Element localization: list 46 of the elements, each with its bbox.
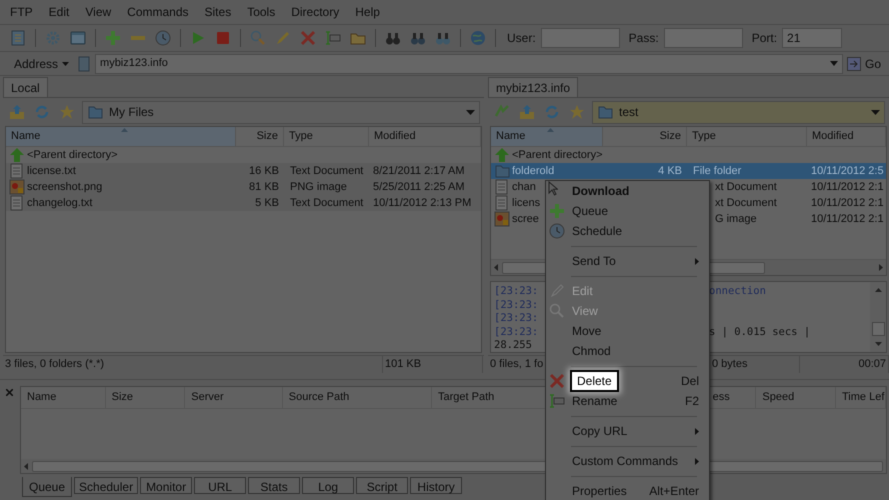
log-text: 28.255 xyxy=(494,339,532,351)
file-modified: 10/11/2012 2:1 xyxy=(811,180,884,195)
file-modified: 8/21/2011 2:17 AM xyxy=(373,164,465,179)
file-name: <Parent directory> xyxy=(27,148,118,163)
file-type: PNG image xyxy=(290,180,347,195)
file-type: File folder xyxy=(693,164,742,179)
file-name: screenshot.png xyxy=(27,180,102,195)
shortcut-text: Alt+Enter xyxy=(649,483,699,500)
file-name: chan xyxy=(512,180,536,195)
path-text: test xyxy=(619,104,640,121)
address-text: mybiz123.info xyxy=(100,56,168,72)
shortcut-text: F2 xyxy=(684,393,699,410)
log-text: [23:23: xyxy=(494,312,538,324)
file-type: G image xyxy=(715,212,757,227)
file-size: 5 KB xyxy=(255,196,279,211)
log-text: s | 0.015 secs | xyxy=(709,324,810,340)
file-name: license.txt xyxy=(27,164,76,179)
path-text: My Files xyxy=(109,104,155,121)
file-size: 4 KB xyxy=(658,164,682,179)
field-label: Pass: xyxy=(628,30,659,47)
log-text: [23:23: xyxy=(494,326,538,338)
file-name: scree xyxy=(512,212,539,227)
status-text: 3 files, 0 folders (*.*) xyxy=(3,356,383,373)
file-size: 81 KB xyxy=(249,180,279,195)
field-label: Port: xyxy=(752,30,778,47)
file-modified: 10/11/2012 2:13 PM xyxy=(373,196,472,211)
file-type: Text Document xyxy=(290,164,364,179)
file-modified: 10/11/2012 2:1 xyxy=(811,196,884,211)
file-modified: 10/11/2012 2:5 xyxy=(811,164,884,179)
file-type: xt Document xyxy=(715,196,777,211)
log-text: onnection xyxy=(709,284,766,299)
file-modified: 10/11/2012 2:1 xyxy=(811,212,884,227)
file-name: changelog.txt xyxy=(27,196,92,211)
file-name: <Parent directory> xyxy=(512,148,602,163)
file-size: 16 KB xyxy=(249,164,279,179)
file-name: licens xyxy=(512,196,540,211)
status-text: 101 KB xyxy=(383,356,483,373)
log-text: [23:23: xyxy=(494,285,538,297)
field-label: User: xyxy=(507,30,536,47)
file-type: xt Document xyxy=(715,180,777,195)
file-name: folderold xyxy=(512,164,554,179)
log-text: [23:23: xyxy=(494,298,538,310)
file-modified: 5/25/2011 2:25 AM xyxy=(373,180,465,195)
shortcut-text: Del xyxy=(680,373,699,390)
status-text: 00:07 xyxy=(800,356,889,373)
file-type: Text Document xyxy=(290,196,364,211)
